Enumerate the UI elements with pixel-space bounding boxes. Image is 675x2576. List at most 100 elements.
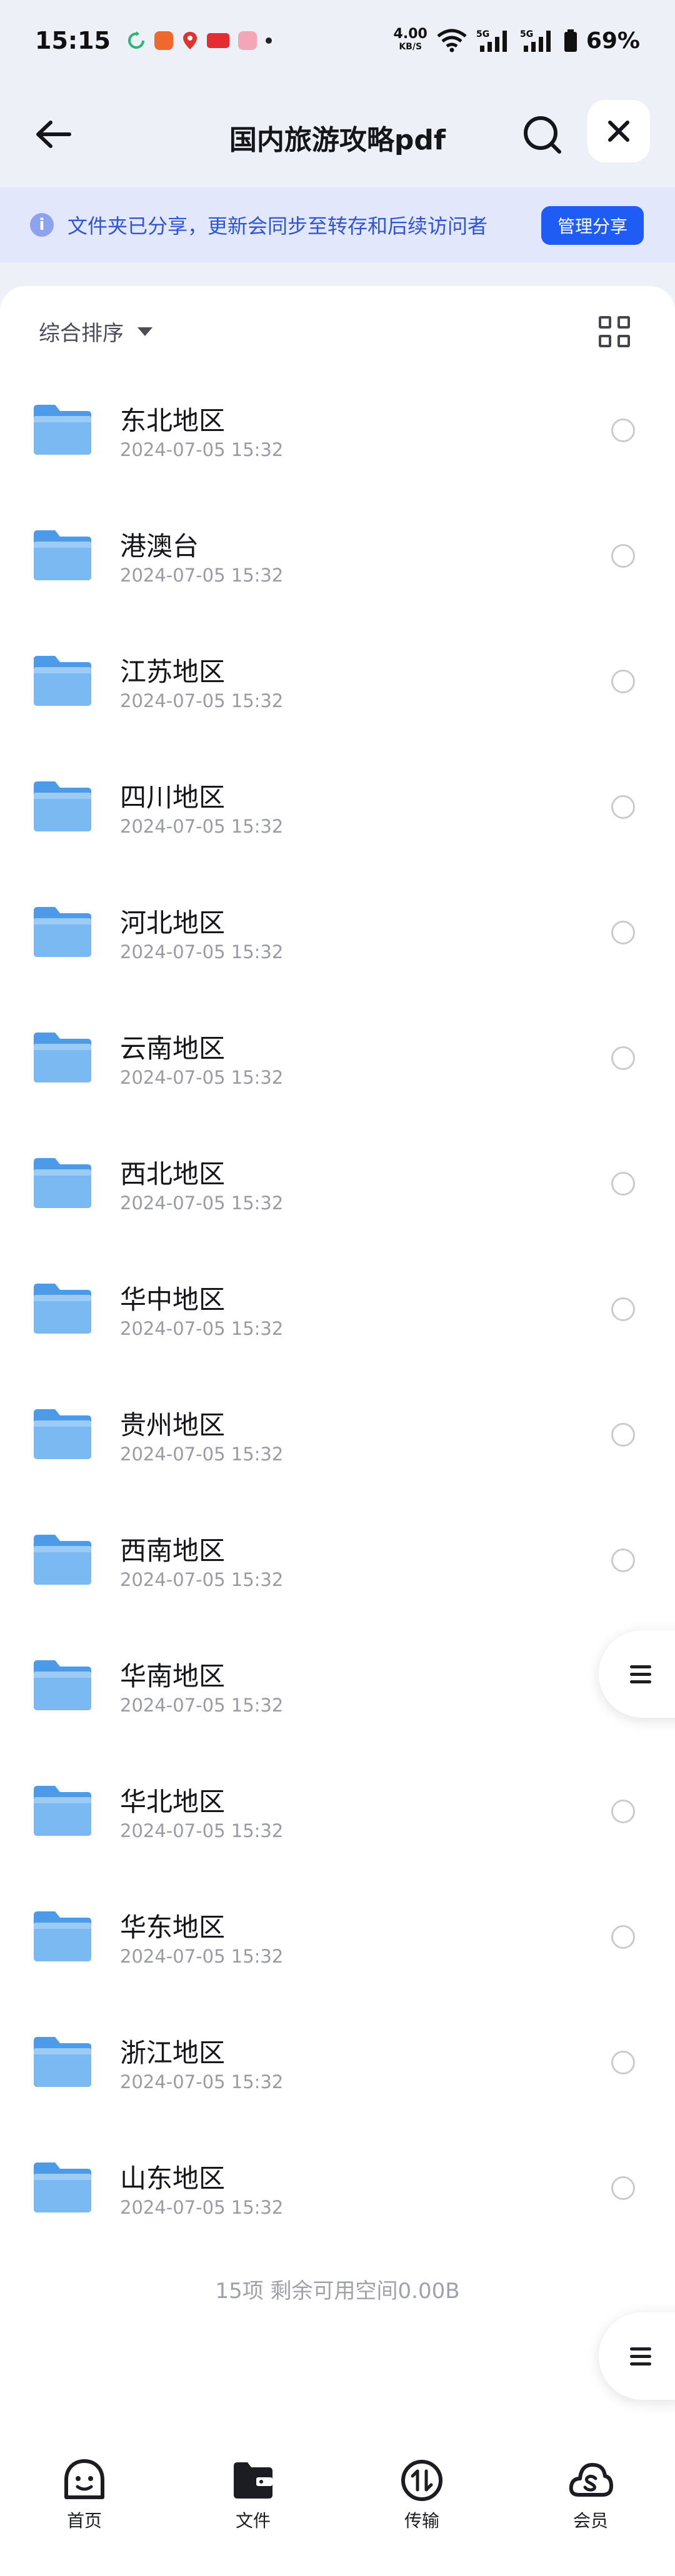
nav-vip[interactable]: 会员 xyxy=(506,2424,675,2576)
folder-icon xyxy=(34,781,91,831)
folder-item[interactable]: 江苏地区 2024-07-05 15:32 xyxy=(0,626,675,751)
menu-icon xyxy=(630,1661,651,1688)
select-checkbox[interactable] xyxy=(611,1548,635,1572)
location-pin-icon xyxy=(182,32,197,49)
sort-dropdown[interactable]: 综合排序 xyxy=(39,316,152,347)
grid-view-icon-cell xyxy=(618,335,630,347)
select-checkbox[interactable] xyxy=(611,670,635,693)
svg-text:5G: 5G xyxy=(520,29,533,39)
select-checkbox[interactable] xyxy=(611,795,635,819)
share-banner: i 文件夹已分享，更新会同步至转存和后续访问者 管理分享 xyxy=(0,187,675,262)
folder-date: 2024-07-05 15:32 xyxy=(120,439,284,460)
folder-date: 2024-07-05 15:32 xyxy=(120,1695,284,1716)
status-right: 4.00 KB/S 5G 5G 69% xyxy=(393,26,640,54)
folder-item[interactable]: 东北地区 2024-07-05 15:32 xyxy=(0,375,675,500)
folder-icon xyxy=(34,2037,91,2087)
svg-text:5G: 5G xyxy=(476,29,489,39)
folder-item[interactable]: 港澳台 2024-07-05 15:32 xyxy=(0,500,675,626)
notification-icons xyxy=(127,31,272,51)
page-title: 国内旅游攻略pdf xyxy=(229,124,446,156)
close-icon xyxy=(608,121,629,142)
folder-date: 2024-07-05 15:32 xyxy=(120,1820,284,1841)
folder-item[interactable]: 贵州地区 2024-07-05 15:32 xyxy=(0,1379,675,1505)
folder-icon xyxy=(34,1911,91,1961)
folder-item[interactable]: 西北地区 2024-07-05 15:32 xyxy=(0,1128,675,1254)
folder-item[interactable]: 华北地区 2024-07-05 15:32 xyxy=(0,1756,675,1881)
select-checkbox[interactable] xyxy=(611,1423,635,1447)
folder-icon xyxy=(34,1660,91,1710)
folder-icon xyxy=(34,405,91,455)
close-button[interactable] xyxy=(588,100,650,162)
info-icon: i xyxy=(30,213,54,237)
news-app-icon xyxy=(206,33,229,48)
select-checkbox[interactable] xyxy=(611,419,635,442)
nav-home[interactable]: 首页 xyxy=(0,2424,169,2576)
folder-date: 2024-07-05 15:32 xyxy=(120,1067,284,1088)
vip-icon xyxy=(569,2463,613,2497)
nav-vip-label: 会员 xyxy=(572,2510,608,2531)
folder-name: 华南地区 xyxy=(120,1661,226,1692)
select-checkbox[interactable] xyxy=(611,1925,635,1949)
select-checkbox[interactable] xyxy=(611,1800,635,1823)
search-button[interactable] xyxy=(519,111,566,159)
manage-share-button[interactable]: 管理分享 xyxy=(541,206,644,245)
folder-date: 2024-07-05 15:32 xyxy=(120,1444,284,1465)
folder-item[interactable]: 山东地区 2024-07-05 15:32 xyxy=(0,2133,675,2258)
battery-icon xyxy=(564,29,577,52)
sort-label: 综合排序 xyxy=(39,321,124,346)
select-checkbox[interactable] xyxy=(611,544,635,568)
home-icon xyxy=(64,2459,104,2499)
file-list-panel: 综合排序 东北地区 2024-07-05 15:32 港澳台 2024-07-05 1… xyxy=(0,286,675,2424)
folder-date: 2024-07-05 15:32 xyxy=(120,565,284,586)
folder-icon xyxy=(34,1535,91,1585)
battery-level: 69% xyxy=(586,27,640,54)
folder-icon xyxy=(34,530,91,580)
folder-name: 四川地区 xyxy=(120,782,226,813)
folder-icon xyxy=(34,1033,91,1082)
select-checkbox[interactable] xyxy=(611,1046,635,1070)
folder-item[interactable]: 华中地区 2024-07-05 15:32 xyxy=(0,1254,675,1379)
folder-name: 东北地区 xyxy=(120,405,226,436)
folder-date: 2024-07-05 15:32 xyxy=(120,1318,284,1339)
speed-value: 4.00 xyxy=(393,26,428,42)
folder-name: 西北地区 xyxy=(120,1159,226,1189)
select-checkbox[interactable] xyxy=(611,2176,635,2200)
select-checkbox[interactable] xyxy=(611,1297,635,1321)
folder-name: 浙江地区 xyxy=(120,2038,226,2068)
folder-name: 河北地区 xyxy=(120,908,226,938)
share-banner-text: 文件夹已分享，更新会同步至转存和后续访问者 xyxy=(68,214,488,238)
select-checkbox[interactable] xyxy=(611,1172,635,1196)
folder-name: 华中地区 xyxy=(120,1284,226,1315)
folder-date: 2024-07-05 15:32 xyxy=(120,1946,284,1967)
nav-files[interactable]: 文件 xyxy=(169,2424,338,2576)
app-notification-icon xyxy=(154,31,173,50)
select-checkbox[interactable] xyxy=(611,921,635,944)
folder-name: 山东地区 xyxy=(120,2163,226,2194)
folder-item[interactable]: 云南地区 2024-07-05 15:32 xyxy=(0,1003,675,1128)
folder-icon xyxy=(34,2162,91,2212)
signal-5g-icon: 5G xyxy=(476,29,507,52)
folder-item[interactable]: 西南地区 2024-07-05 15:32 xyxy=(0,1505,675,1630)
folder-item[interactable]: 浙江地区 2024-07-05 15:32 xyxy=(0,2007,675,2133)
select-checkbox[interactable] xyxy=(611,2051,635,2074)
files-icon xyxy=(234,2462,272,2499)
speed-unit: KB/S xyxy=(399,42,422,52)
caret-down-icon xyxy=(138,327,152,336)
folder-item[interactable]: 河北地区 2024-07-05 15:32 xyxy=(0,877,675,1003)
folder-item[interactable]: 华南地区 2024-07-05 15:32 xyxy=(0,1630,675,1756)
storage-summary: 15项 剩余可用空间0.00B xyxy=(215,2279,460,2304)
top-app-bar: 国内旅游攻略pdf xyxy=(0,81,675,187)
grid-view-icon-cell xyxy=(599,335,611,347)
folder-date: 2024-07-05 15:32 xyxy=(120,690,284,711)
grid-view-icon-cell xyxy=(618,316,630,329)
folder-date: 2024-07-05 15:32 xyxy=(120,1569,284,1590)
folder-icon xyxy=(34,1409,91,1459)
folder-item[interactable]: 四川地区 2024-07-05 15:32 xyxy=(0,751,675,877)
folder-icon xyxy=(34,1284,91,1334)
grid-view-button[interactable] xyxy=(599,316,631,349)
folder-name: 云南地区 xyxy=(120,1033,226,1064)
more-notifications-dot xyxy=(265,37,272,44)
folder-item[interactable]: 华东地区 2024-07-05 15:32 xyxy=(0,1881,675,2007)
nav-transfer[interactable]: 传输 xyxy=(338,2424,506,2576)
folder-name: 西南地区 xyxy=(120,1535,226,1566)
